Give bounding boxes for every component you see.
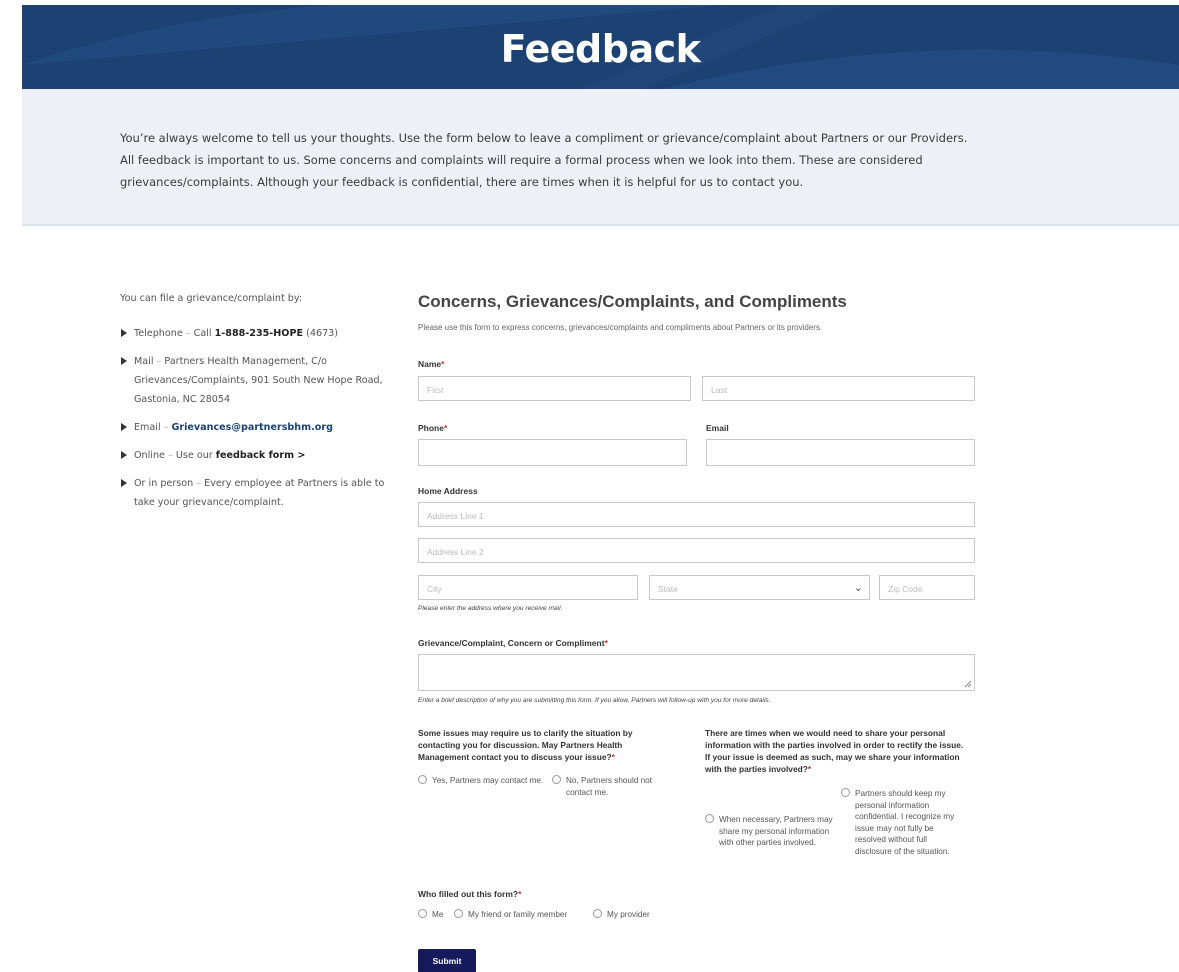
- form-title: Concerns, Grievances/Complaints, and Com…: [418, 292, 847, 311]
- filled-option-friend-family[interactable]: My friend or family member: [454, 909, 567, 921]
- filled-question-text: Who filled out this form?: [418, 889, 519, 899]
- radio-button[interactable]: [841, 788, 850, 797]
- zip-code-input[interactable]: Zip Code: [879, 575, 975, 600]
- page-title: Feedback: [500, 27, 701, 71]
- address-help-text: Please enter the address where you recei…: [418, 605, 563, 612]
- intro-section: You’re always welcome to tell us your th…: [22, 89, 1179, 226]
- radio-button[interactable]: [705, 814, 714, 823]
- required-marker: *: [441, 359, 445, 369]
- feedback-textarea[interactable]: [418, 654, 975, 691]
- separator: –: [153, 356, 165, 367]
- contact-method-online: Online – Use our feedback form >: [120, 446, 390, 465]
- intro-text: You’re always welcome to tell us your th…: [120, 131, 968, 189]
- state-select-value: State: [658, 584, 678, 594]
- filled-option-provider[interactable]: My provider: [593, 909, 650, 921]
- phone-label: Phone*: [418, 423, 447, 433]
- required-marker: *: [807, 764, 812, 774]
- radio-button[interactable]: [552, 775, 561, 784]
- radio-button[interactable]: [454, 909, 463, 918]
- submit-button[interactable]: Submit: [418, 949, 476, 972]
- name-label: Name*: [418, 359, 444, 369]
- feedback-form-link[interactable]: feedback form >: [216, 450, 306, 461]
- share-question: There are times when we would need to sh…: [705, 727, 968, 775]
- name-label-text: Name: [418, 359, 442, 369]
- address-line-2-input[interactable]: Address Line 2: [418, 538, 975, 563]
- feedback-help-text: Enter a brief description of why you are…: [418, 697, 771, 704]
- contact-no-option[interactable]: No, Partners should not contact me.: [552, 775, 672, 798]
- contact-method-mail: Mail – Partners Health Management, C/o G…: [120, 352, 390, 409]
- contact-method-telephone: Telephone – Call 1-888-235-HOPE (4673): [120, 324, 390, 343]
- caret-right-icon: [121, 329, 127, 337]
- required-marker: *: [518, 889, 522, 899]
- email-input[interactable]: [706, 439, 975, 466]
- email-label: Email: [706, 423, 729, 433]
- contact-yes-label: Yes, Partners may contact me.: [432, 776, 544, 785]
- share-no-option[interactable]: Partners should keep my personal informa…: [841, 788, 966, 857]
- page-banner: Feedback: [22, 5, 1179, 89]
- feedback-label: Grievance/Complaint, Concern or Complime…: [418, 638, 608, 648]
- method-label: Email: [134, 422, 161, 433]
- contact-no-label: No, Partners should not contact me.: [566, 776, 653, 797]
- resize-handle-icon[interactable]: [964, 680, 972, 688]
- caret-right-icon: [121, 357, 127, 365]
- method-text: (4673): [303, 328, 339, 339]
- home-address-label: Home Address: [418, 486, 478, 496]
- required-marker: *: [611, 752, 615, 762]
- method-label: Online: [134, 450, 165, 461]
- method-text: Call: [193, 328, 215, 339]
- sidebar-intro: You can file a grievance/complaint by:: [120, 293, 303, 304]
- caret-right-icon: [121, 451, 127, 459]
- required-marker: *: [443, 423, 448, 433]
- phone-number: 1-888-235-HOPE: [214, 328, 304, 339]
- caret-right-icon: [121, 479, 127, 487]
- contact-method-in-person: Or in person – Every employee at Partner…: [120, 474, 390, 512]
- sidebar: You can file a grievance/complaint by: T…: [120, 293, 390, 521]
- phone-input[interactable]: [418, 439, 687, 466]
- city-input[interactable]: City: [418, 575, 638, 600]
- feedback-label-text: Grievance/Complaint, Concern or Complime…: [418, 638, 605, 648]
- share-yes-option[interactable]: When necessary, Partners may share my pe…: [705, 814, 835, 849]
- first-name-input[interactable]: First: [418, 376, 691, 401]
- mailing-address: Partners Health Management, C/o Grievanc…: [134, 356, 383, 405]
- separator: –: [160, 422, 172, 433]
- contact-method-email: Email – Grievances@partnersbhm.org: [120, 418, 390, 437]
- last-name-input[interactable]: Last: [702, 376, 975, 401]
- radio-button[interactable]: [593, 909, 602, 918]
- radio-button[interactable]: [418, 775, 427, 784]
- filled-question: Who filled out this form?*: [418, 889, 521, 899]
- radio-button[interactable]: [418, 909, 427, 918]
- state-select[interactable]: State ⌄: [649, 575, 870, 600]
- caret-right-icon: [121, 423, 127, 431]
- filled-option-me[interactable]: Me: [418, 909, 443, 921]
- separator: –: [182, 328, 194, 339]
- required-marker: *: [604, 638, 608, 648]
- method-text: Use our: [175, 450, 216, 461]
- contact-yes-option[interactable]: Yes, Partners may contact me.: [418, 775, 548, 787]
- share-no-label: Partners should keep my personal informa…: [855, 789, 955, 856]
- separator: –: [193, 478, 205, 489]
- form-subtitle: Please use this form to express concerns…: [418, 323, 823, 332]
- separator: –: [164, 450, 176, 461]
- contact-question: Some issues may require us to clarify th…: [418, 727, 668, 763]
- share-question-text: There are times when we would need to sh…: [705, 728, 964, 774]
- contact-methods-list: Telephone – Call 1-888-235-HOPE (4673) M…: [120, 324, 390, 512]
- email-link[interactable]: Grievances@partnersbhm.org: [172, 422, 333, 433]
- phone-label-text: Phone: [418, 423, 444, 433]
- address-line-1-input[interactable]: Address Line 1: [418, 502, 975, 527]
- method-label: Mail: [134, 356, 154, 367]
- share-yes-label: When necessary, Partners may share my pe…: [719, 815, 833, 847]
- contact-question-text: Some issues may require us to clarify th…: [418, 728, 633, 762]
- method-label: Or in person: [134, 478, 194, 489]
- chevron-down-icon: ⌄: [853, 582, 863, 594]
- method-label: Telephone: [134, 328, 183, 339]
- filled-option-label: My friend or family member: [468, 910, 568, 919]
